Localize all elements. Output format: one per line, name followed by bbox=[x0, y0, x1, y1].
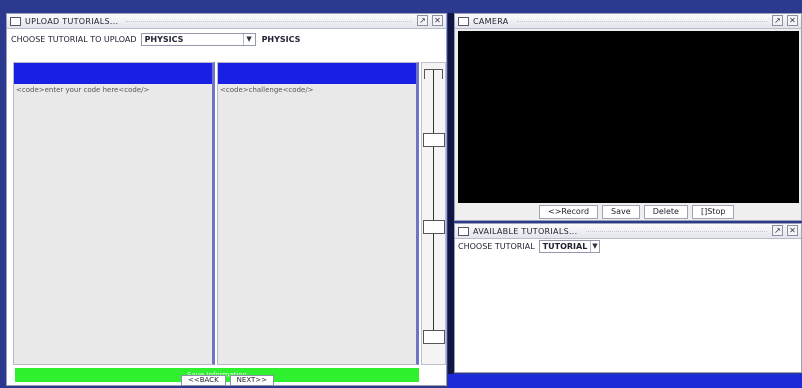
taskbar-strip bbox=[448, 374, 802, 388]
window-icon bbox=[458, 226, 469, 236]
camera-controls: <>Record Save Delete []Stop bbox=[539, 205, 735, 219]
upload-tutorials-window: UPLOAD TUTORIALS... ↗ ✕ CHOOSE TUTORIAL … bbox=[6, 13, 447, 386]
close-icon[interactable]: ✕ bbox=[787, 15, 798, 26]
code-panel-header bbox=[14, 63, 212, 84]
slider-handle-bottom[interactable] bbox=[423, 330, 445, 344]
window-icon bbox=[10, 16, 21, 26]
tutorials-window-titlebar[interactable]: AVAILABLE TUTORIALS... ↗ ✕ bbox=[455, 224, 801, 239]
camera-window-title: CAMERA bbox=[473, 16, 509, 26]
challenge-panel[interactable]: <code>challenge<code/> bbox=[217, 62, 419, 365]
delete-button[interactable]: Delete bbox=[643, 205, 688, 219]
choose-tutorial-label: CHOOSE TUTORIAL bbox=[458, 242, 535, 251]
available-tutorials-window: AVAILABLE TUTORIALS... ↗ ✕ CHOOSE TUTORI… bbox=[454, 223, 802, 373]
navigation-row: <<BACK NEXT>> bbox=[7, 373, 448, 387]
window-icon bbox=[458, 16, 469, 26]
camera-window-titlebar[interactable]: CAMERA ↗ ✕ bbox=[455, 14, 801, 29]
save-button[interactable]: Save bbox=[602, 205, 640, 219]
tutorials-window-title: AVAILABLE TUTORIALS... bbox=[473, 226, 578, 236]
close-icon[interactable]: ✕ bbox=[787, 225, 798, 236]
slider-handle-middle[interactable] bbox=[423, 220, 445, 234]
tutorial-dropdown[interactable]: TUTORIAL ▼ bbox=[538, 240, 600, 253]
challenge-editor[interactable]: <code>challenge<code/> bbox=[218, 84, 416, 96]
camera-preview bbox=[458, 31, 799, 203]
dropdown-value: TUTORIAL bbox=[542, 242, 588, 251]
choose-tutorial-row: CHOOSE TUTORIAL TUTORIAL ▼ bbox=[458, 240, 600, 253]
code-editor[interactable]: <code>enter your code here<code/> bbox=[14, 84, 212, 96]
close-icon[interactable]: ✕ bbox=[432, 15, 443, 26]
choose-tutorial-label: CHOOSE TUTORIAL TO UPLOAD bbox=[11, 34, 137, 44]
camera-window: CAMERA ↗ ✕ <>Record Save Delete []Stop bbox=[454, 13, 802, 221]
dropdown-value: PHYSICS bbox=[144, 34, 184, 44]
chevron-down-icon[interactable]: ▼ bbox=[242, 33, 255, 45]
maximize-icon[interactable]: ↗ bbox=[772, 15, 783, 26]
code-panel[interactable]: <code>enter your code here<code/> bbox=[13, 62, 215, 365]
stop-button[interactable]: []Stop bbox=[691, 205, 735, 219]
maximize-icon[interactable]: ↗ bbox=[417, 15, 428, 26]
back-button[interactable]: <<BACK bbox=[180, 375, 226, 386]
choose-tutorial-row: CHOOSE TUTORIAL TO UPLOAD PHYSICS ▼ PHYS… bbox=[11, 32, 300, 46]
challenge-panel-header bbox=[218, 63, 416, 84]
upload-window-titlebar[interactable]: UPLOAD TUTORIALS... ↗ ✕ bbox=[7, 14, 446, 29]
upload-window-title: UPLOAD TUTORIALS... bbox=[25, 16, 119, 26]
maximize-icon[interactable]: ↗ bbox=[772, 225, 783, 236]
chevron-down-icon[interactable]: ▼ bbox=[590, 241, 598, 252]
tutorial-subject-dropdown[interactable]: PHYSICS ▼ bbox=[140, 32, 256, 46]
slider-handle-top[interactable] bbox=[423, 133, 445, 147]
record-button[interactable]: <>Record bbox=[539, 205, 599, 219]
next-button[interactable]: NEXT>> bbox=[229, 375, 275, 386]
vertical-slider[interactable] bbox=[421, 62, 446, 365]
selected-subject-label: PHYSICS bbox=[261, 34, 301, 44]
